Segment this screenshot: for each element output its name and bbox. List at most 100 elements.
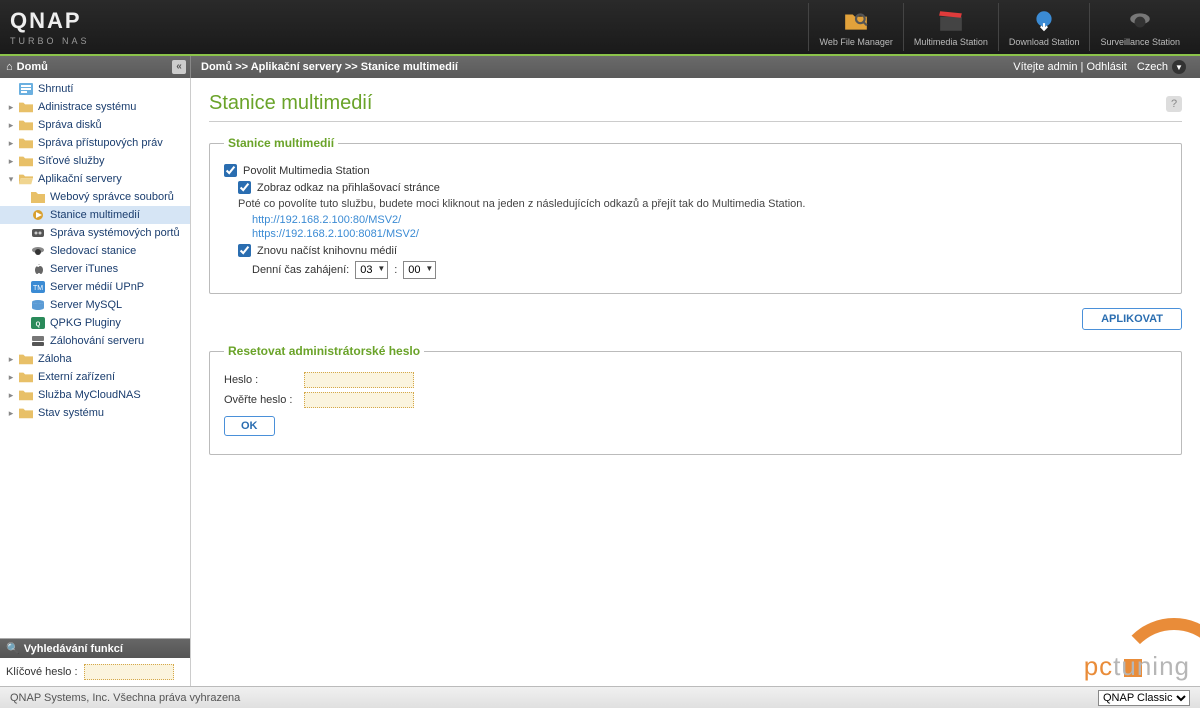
sidebar-item-zálohování-serveru[interactable]: Zálohování serveru (0, 332, 190, 350)
help-icon[interactable]: ? (1166, 96, 1182, 112)
sidebar-header: ⌂ Domů « (0, 56, 191, 78)
app-multimedia-station[interactable]: Multimedia Station (903, 3, 998, 51)
info-text: Poté co povolíte tuto službu, budete moc… (238, 198, 1167, 210)
tree-item-label: Externí zařízení (38, 371, 115, 383)
breadcrumb-bar: ⌂ Domů « Domů >> Aplikační servery >> St… (0, 56, 1200, 78)
download-globe-icon (1029, 7, 1059, 35)
app-web-file-manager[interactable]: Web File Manager (808, 3, 902, 51)
sidebar-item-síťové-služby[interactable]: ▸Síťové služby (0, 152, 190, 170)
search-keyword-input[interactable] (84, 664, 174, 680)
theme-select[interactable]: QNAP Classic (1098, 690, 1190, 706)
sidebar-item-webový-správce-souborů[interactable]: Webový správce souborů (0, 188, 190, 206)
collapse-sidebar-button[interactable]: « (172, 60, 186, 74)
sidebar: Shrnutí ▸Adinistrace systému ▸ Správa disků… (0, 78, 191, 686)
tree-item-label: Záloha (38, 353, 72, 365)
folder-icon (18, 154, 34, 168)
svg-text:TM: TM (33, 285, 43, 292)
tree-toggle-icon: ▸ (6, 408, 16, 419)
folder-open-icon (18, 172, 34, 186)
confirm-password-input[interactable] (304, 392, 414, 408)
nav-tree: Shrnutí ▸Adinistrace systému ▸ Správa disků… (0, 78, 190, 638)
password-input[interactable] (304, 372, 414, 388)
tree-item-label: Server médií UPnP (50, 281, 144, 293)
tree-item-label: Shrnutí (38, 83, 73, 95)
tree-toggle-icon: ▸ (6, 156, 16, 167)
sidebar-item-server-mysql[interactable]: Server MySQL (0, 296, 190, 314)
folder-icon (18, 136, 34, 150)
rescan-label: Znovu načíst knihovnu médií (257, 245, 397, 257)
https-link[interactable]: https://192.168.2.100:8081/MSV2/ (252, 228, 1167, 240)
summary-icon (18, 82, 34, 96)
breadcrumb: Domů >> Aplikační servery >> Stanice mul… (191, 61, 458, 73)
tree-toggle-icon: ▸ (6, 120, 16, 131)
tree-item-label: Správa systémových portů (50, 227, 180, 239)
copyright-text: QNAP Systems, Inc. Všechna práva vyhraze… (10, 692, 240, 704)
sidebar-item-stav-systému[interactable]: ▸ Stav systému (0, 404, 190, 422)
confirm-password-label: Ověřte heslo : (224, 394, 304, 406)
hour-select[interactable]: 03 (355, 261, 388, 279)
language-selector[interactable]: Czech ▼ (1137, 60, 1186, 74)
show-login-link-checkbox[interactable] (238, 181, 251, 194)
sidebar-item-správa-systémových-portů[interactable]: Správa systémových portů (0, 224, 190, 242)
enable-multimedia-checkbox[interactable] (224, 164, 237, 177)
sidebar-item-služba-mycloudnas[interactable]: ▸ Služba MyCloudNAS (0, 386, 190, 404)
logo-text: QNAP (10, 8, 90, 34)
search-panel-header: 🔍 Vyhledávání funkcí (0, 639, 190, 658)
sidebar-search-panel: 🔍 Vyhledávání funkcí Klíčové heslo : (0, 638, 190, 686)
home-label[interactable]: Domů (17, 61, 48, 73)
multimedia-settings-fieldset: Stanice multimedií Povolit Multimedia St… (209, 136, 1182, 294)
tree-item-label: Server MySQL (50, 299, 122, 311)
tree-item-label: Služba MyCloudNAS (38, 389, 141, 401)
sidebar-item-správa-disků[interactable]: ▸ Správa disků (0, 116, 190, 134)
app-surveillance-station[interactable]: Surveillance Station (1089, 3, 1190, 51)
cam-icon (30, 244, 46, 258)
apply-button[interactable]: APLIKOVAT (1082, 308, 1182, 330)
sidebar-item-stanice-multimedií[interactable]: Stanice multimedií (0, 206, 190, 224)
folder-icon (18, 370, 34, 384)
tree-toggle-icon: ▸ (6, 372, 16, 383)
search-label: Klíčové heslo : (6, 666, 78, 678)
search-icon: 🔍 (6, 642, 20, 655)
sidebar-item-qpkg-pluginy[interactable]: QQPKG Pluginy (0, 314, 190, 332)
reset-password-fieldset: Resetovat administrátorské heslo Heslo :… (209, 344, 1182, 455)
content-area: Stanice multimedií ? Stanice multimedií … (191, 78, 1200, 686)
sidebar-item-server-itunes[interactable]: Server iTunes (0, 260, 190, 278)
app-download-station[interactable]: Download Station (998, 3, 1090, 51)
http-link[interactable]: http://192.168.2.100:80/MSV2/ (252, 214, 1167, 226)
chevron-down-icon: ▼ (1172, 60, 1186, 74)
sidebar-item-správa-přístupových-práv[interactable]: ▸Správa přístupových práv (0, 134, 190, 152)
rescan-library-checkbox[interactable] (238, 244, 251, 257)
tree-item-label: Stanice multimedií (50, 209, 140, 221)
show-link-label: Zobraz odkaz na přihlašovací stránce (257, 182, 440, 194)
sidebar-item-shrnutí[interactable]: Shrnutí (0, 80, 190, 98)
sidebar-item-záloha[interactable]: ▸Záloha (0, 350, 190, 368)
app-label: Surveillance Station (1100, 37, 1180, 47)
sidebar-item-server-médií-upnp[interactable]: TM Server médií UPnP (0, 278, 190, 296)
tree-item-label: Stav systému (38, 407, 104, 419)
fieldset-legend: Stanice multimedií (224, 136, 338, 150)
qpkg-icon: Q (30, 316, 46, 330)
password-label: Heslo : (224, 374, 304, 386)
backup-icon (30, 334, 46, 348)
sidebar-item-adinistrace-systému[interactable]: ▸Adinistrace systému (0, 98, 190, 116)
media-icon (30, 208, 46, 222)
sidebar-item-externí-zařízení[interactable]: ▸ Externí zařízení (0, 368, 190, 386)
time-label: Denní čas zahájení: (252, 264, 349, 276)
ports-icon (30, 226, 46, 240)
logout-link[interactable]: Odhlásit (1086, 61, 1126, 73)
sidebar-item-sledovací-stanice[interactable]: Sledovací stanice (0, 242, 190, 260)
tree-toggle-icon: ▸ (6, 390, 16, 401)
upnp-icon: TM (30, 280, 46, 294)
home-icon: ⌂ (6, 61, 13, 73)
sidebar-item-aplikační-servery[interactable]: ▾Aplikační servery (0, 170, 190, 188)
tree-item-label: Správa disků (38, 119, 102, 131)
enable-label: Povolit Multimedia Station (243, 165, 370, 177)
folder-icon (18, 388, 34, 402)
footer-bar: QNAP Systems, Inc. Všechna práva vyhraze… (0, 686, 1200, 708)
ok-button[interactable]: OK (224, 416, 275, 436)
camera-dome-icon (1125, 7, 1155, 35)
tree-toggle-icon: ▾ (6, 174, 16, 185)
tree-item-label: Správa přístupových práv (38, 137, 163, 149)
minute-select[interactable]: 00 (403, 261, 436, 279)
language-label: Czech (1137, 61, 1168, 73)
